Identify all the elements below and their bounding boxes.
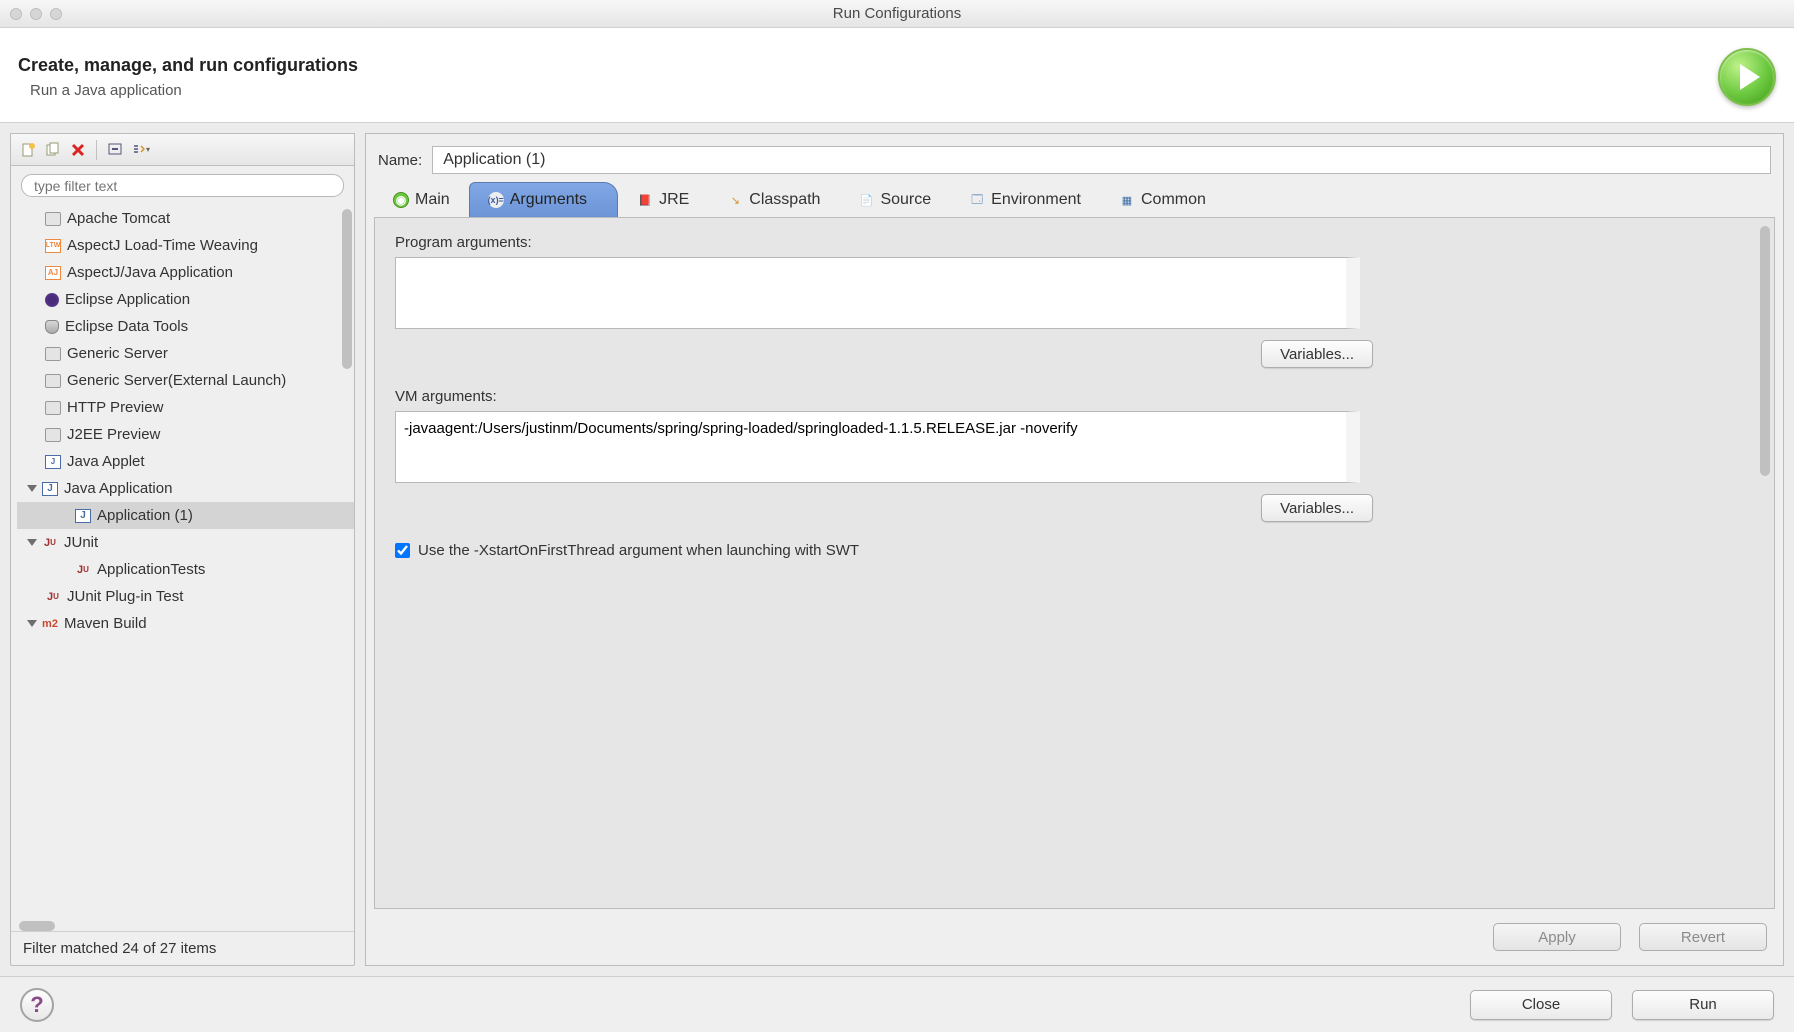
disclosure-icon[interactable] xyxy=(27,485,37,492)
delete-config-icon[interactable] xyxy=(67,139,89,161)
run-icon xyxy=(1718,48,1776,106)
tree-item[interactable]: AJAspectJ/Java Application xyxy=(17,259,354,286)
tree-item-label: AspectJ/Java Application xyxy=(67,264,233,281)
header-title: Create, manage, and run configurations xyxy=(18,55,358,76)
jre-tab-icon: 📕 xyxy=(637,192,653,208)
tree-item[interactable]: J2EE Preview xyxy=(17,421,354,448)
filter-input[interactable] xyxy=(21,174,344,197)
zoom-window-icon[interactable] xyxy=(50,8,62,20)
tree-item[interactable]: HTTP Preview xyxy=(17,394,354,421)
environment-tab-icon: 🗔 xyxy=(969,192,985,208)
tree-item-label: Eclipse Application xyxy=(65,291,190,308)
tree-item[interactable]: JJava Application xyxy=(17,475,354,502)
program-args-label: Program arguments: xyxy=(395,234,1754,251)
tab-jre[interactable]: 📕 JRE xyxy=(618,182,708,217)
tree-item-label: Java Applet xyxy=(67,453,145,470)
swt-checkbox[interactable] xyxy=(395,543,410,558)
tree-item[interactable]: Generic Server(External Launch) xyxy=(17,367,354,394)
tree-item-label: Generic Server(External Launch) xyxy=(67,372,286,389)
content-panel: Name: ◉ Main (x)= Arguments 📕 JRE ↘ Classpath 📄 S… xyxy=(365,133,1784,966)
tree-item[interactable]: Eclipse Data Tools xyxy=(17,313,354,340)
tree-item-label: ApplicationTests xyxy=(97,561,205,578)
close-button[interactable]: Close xyxy=(1470,990,1612,1020)
tab-label: Arguments xyxy=(510,191,587,209)
tree-scrollbar[interactable] xyxy=(342,209,352,369)
vm-args-label: VM arguments: xyxy=(395,388,1754,405)
tree-item-label: Maven Build xyxy=(64,615,147,632)
tree-scrollbar-h[interactable] xyxy=(19,921,55,931)
revert-button[interactable]: Revert xyxy=(1639,923,1767,951)
tree-item-label: Application (1) xyxy=(97,507,193,524)
close-window-icon[interactable] xyxy=(10,8,22,20)
tree-item-label: JUnit Plug-in Test xyxy=(67,588,183,605)
tab-label: Main xyxy=(415,191,450,209)
source-tab-icon: 📄 xyxy=(858,192,874,208)
tab-source[interactable]: 📄 Source xyxy=(839,182,950,217)
tree-item[interactable]: JApplication (1) xyxy=(17,502,354,529)
tab-label: JRE xyxy=(659,191,689,209)
arguments-tab-icon: (x)= xyxy=(488,192,504,208)
content-scrollbar[interactable] xyxy=(1760,226,1770,476)
tab-label: Classpath xyxy=(749,191,820,209)
tree-item-label: Java Application xyxy=(64,480,172,497)
filter-icon[interactable]: ▾ xyxy=(129,139,151,161)
swt-checkbox-label: Use the -XstartOnFirstThread argument wh… xyxy=(418,542,859,559)
help-icon[interactable]: ? xyxy=(20,988,54,1022)
tab-classpath[interactable]: ↘ Classpath xyxy=(708,182,839,217)
tree-item[interactable]: Eclipse Application xyxy=(17,286,354,313)
disclosure-icon[interactable] xyxy=(27,620,37,627)
titlebar: Run Configurations xyxy=(0,0,1794,28)
tab-arguments[interactable]: (x)= Arguments xyxy=(469,182,618,217)
vm-args-input[interactable] xyxy=(395,411,1360,483)
header-subtitle: Run a Java application xyxy=(18,82,358,99)
tree-item-label: Apache Tomcat xyxy=(67,210,170,227)
tree-item[interactable]: Generic Server xyxy=(17,340,354,367)
tree-item[interactable]: LTWAspectJ Load-Time Weaving xyxy=(17,232,354,259)
collapse-all-icon[interactable] xyxy=(104,139,126,161)
tree-item[interactable]: JUApplicationTests xyxy=(17,556,354,583)
tab-label: Common xyxy=(1141,191,1206,209)
window-title: Run Configurations xyxy=(833,5,961,22)
tree-item-label: AspectJ Load-Time Weaving xyxy=(67,237,258,254)
tree-item[interactable]: m2Maven Build xyxy=(17,610,354,637)
tree-item-label: J2EE Preview xyxy=(67,426,160,443)
dialog-header: Create, manage, and run configurations R… xyxy=(0,28,1794,123)
tree-item[interactable]: JUJUnit Plug-in Test xyxy=(17,583,354,610)
minimize-window-icon[interactable] xyxy=(30,8,42,20)
tab-label: Environment xyxy=(991,191,1081,209)
filter-status: Filter matched 24 of 27 items xyxy=(11,931,354,965)
tab-bar: ◉ Main (x)= Arguments 📕 JRE ↘ Classpath 📄 Source 🗔… xyxy=(366,182,1783,217)
common-tab-icon: ▦ xyxy=(1119,192,1135,208)
duplicate-config-icon[interactable] xyxy=(42,139,64,161)
tree-item-label: HTTP Preview xyxy=(67,399,163,416)
sidebar-toolbar: ▾ xyxy=(11,134,354,166)
tab-environment[interactable]: 🗔 Environment xyxy=(950,182,1100,217)
vm-args-variables-button[interactable]: Variables... xyxy=(1261,494,1373,522)
sidebar: ▾ Apache Tomcat LTWAspectJ Load-Time Weav… xyxy=(10,133,355,966)
tab-main[interactable]: ◉ Main xyxy=(374,182,469,217)
tree-item-label: JUnit xyxy=(64,534,98,551)
tree-item-label: Generic Server xyxy=(67,345,168,362)
classpath-tab-icon: ↘ xyxy=(727,192,743,208)
new-config-icon[interactable] xyxy=(17,139,39,161)
run-button[interactable]: Run xyxy=(1632,990,1774,1020)
tab-content-arguments: Program arguments: Variables... VM argum… xyxy=(374,217,1775,909)
apply-button[interactable]: Apply xyxy=(1493,923,1621,951)
config-tree: Apache Tomcat LTWAspectJ Load-Time Weavin… xyxy=(11,205,354,917)
tree-item[interactable]: Apache Tomcat xyxy=(17,205,354,232)
program-args-input[interactable] xyxy=(395,257,1360,329)
tree-item-label: Eclipse Data Tools xyxy=(65,318,188,335)
tree-item[interactable]: JJava Applet xyxy=(17,448,354,475)
name-input[interactable] xyxy=(432,146,1771,174)
tab-common[interactable]: ▦ Common xyxy=(1100,182,1225,217)
main-tab-icon: ◉ xyxy=(393,192,409,208)
footer: ? Close Run xyxy=(0,976,1794,1032)
disclosure-icon[interactable] xyxy=(27,539,37,546)
program-args-variables-button[interactable]: Variables... xyxy=(1261,340,1373,368)
tree-item[interactable]: JUJUnit xyxy=(17,529,354,556)
tab-label: Source xyxy=(880,191,931,209)
name-label: Name: xyxy=(378,152,422,169)
